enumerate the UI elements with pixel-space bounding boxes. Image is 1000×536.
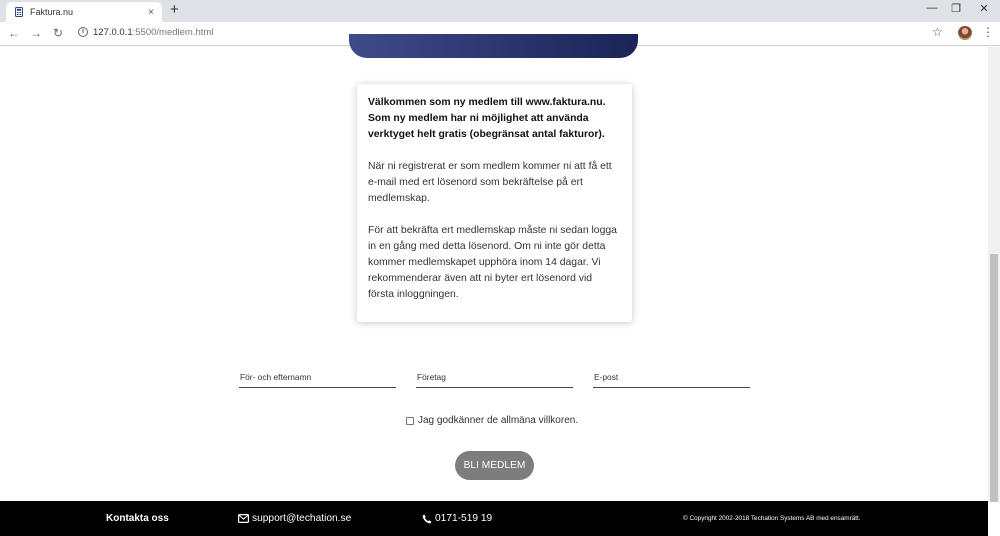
header-banner-bottom [349,34,638,58]
name-input[interactable]: För- och efternamn [239,371,396,388]
confirm-info-text: För att bekräfta ert medlemskap måste ni… [368,225,617,300]
envelope-icon [238,514,249,523]
minimize-button[interactable]: — [922,2,942,14]
email-info-text: När ni registrerat er som medlem kommer … [368,161,612,204]
browser-tab-bar: Faktura.nu × + — ❐ ✕ [0,0,1000,22]
footer-phone[interactable]: 0171-519 19 [422,513,492,524]
terms-label[interactable]: Jag godkänner de allmäna villkoren. [418,415,578,426]
contact-title: Kontakta oss [106,513,169,524]
welcome-lead-text: Välkommen som ny medlem till www.faktura… [368,97,606,140]
star-icon[interactable]: ☆ [932,25,943,39]
become-member-button[interactable]: BLI MEDLEM [455,451,534,480]
company-input[interactable]: Företag [416,371,573,388]
info-icon[interactable]: i [78,27,88,37]
calculator-icon [14,7,24,17]
terms-row: Jag godkänner de allmäna villkoren. [406,415,578,426]
page-scrollbar[interactable] [988,47,1000,502]
profile-avatar[interactable] [958,26,972,40]
site-footer: Kontakta oss support@techation.se 0171-5… [0,501,988,536]
email-input[interactable]: E-post [593,371,750,388]
address-bar[interactable]: 127.0.0.1:5500/medlem.html [93,26,213,40]
tab-title: Faktura.nu [30,7,74,17]
phone-icon [422,514,432,524]
welcome-card: Välkommen som ny medlem till www.faktura… [357,84,632,322]
url-path: :5500/medlem.html [132,27,214,38]
footer-phone-text[interactable]: 0171-519 19 [435,513,492,524]
footer-email[interactable]: support@techation.se [238,513,351,524]
new-tab-button[interactable]: + [170,1,179,18]
terms-checkbox[interactable] [406,416,414,425]
tab-close-button[interactable]: × [144,7,158,18]
reload-button[interactable]: ↻ [51,26,65,40]
scrollbar-thumb[interactable] [990,254,998,502]
restore-button[interactable]: ❐ [946,2,966,15]
browser-tab[interactable]: Faktura.nu × [6,2,162,22]
footer-email-text[interactable]: support@techation.se [252,513,351,524]
url-host: 127.0.0.1 [93,27,133,38]
forward-button[interactable]: → [29,26,43,40]
window-close-button[interactable]: ✕ [974,2,994,15]
browser-menu-button[interactable]: ⋮ [982,25,994,39]
back-button[interactable]: ← [7,26,21,40]
copyright-text: © Copyright 2002-2018 Techation Systems … [683,515,861,522]
